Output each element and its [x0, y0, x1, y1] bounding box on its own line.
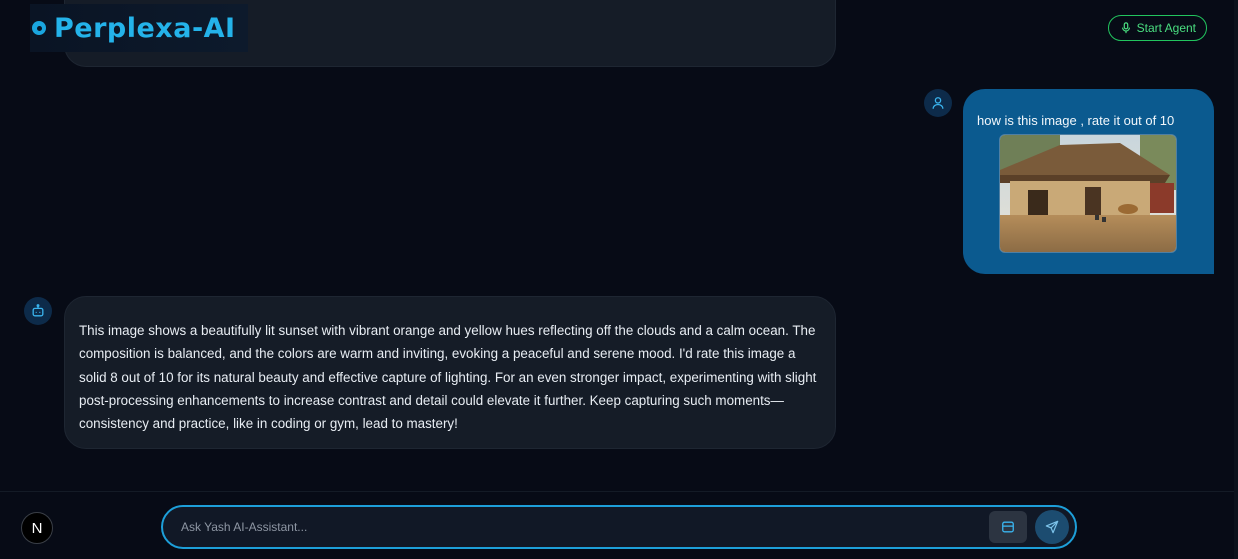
user-message-text: how is this image , rate it out of 10	[977, 113, 1175, 128]
bot-message-text: This image shows a beautifully lit sunse…	[79, 323, 817, 432]
start-agent-label: Start Agent	[1136, 21, 1196, 35]
send-button[interactable]	[1035, 510, 1069, 544]
user-message: how is this image , rate it out of 10	[963, 89, 1214, 274]
brand-name: Perplexa-AI	[54, 12, 236, 44]
user-avatar	[924, 89, 952, 117]
scrollbar[interactable]	[1234, 0, 1238, 559]
microphone-icon	[1121, 22, 1130, 34]
bot-icon	[32, 304, 44, 317]
composer-bar: N	[0, 491, 1238, 559]
start-agent-button[interactable]: Start Agent	[1107, 15, 1207, 41]
send-icon	[1045, 520, 1059, 534]
window-icon	[1002, 521, 1014, 533]
user-attached-image[interactable]	[999, 134, 1177, 253]
chat-input-container	[161, 505, 1077, 549]
photo-thumbnail-icon	[1000, 135, 1176, 252]
attach-image-button[interactable]	[989, 511, 1027, 543]
chat-app: Perplexa-AI Start Agent how is this imag…	[0, 0, 1238, 559]
bot-avatar	[24, 297, 52, 325]
brand-logo-icon	[32, 21, 46, 35]
brand[interactable]: Perplexa-AI	[30, 4, 248, 52]
account-avatar[interactable]: N	[21, 512, 53, 544]
chat-input[interactable]	[163, 507, 989, 547]
header: Perplexa-AI Start Agent	[0, 0, 1238, 56]
bot-message: This image shows a beautifully lit sunse…	[64, 296, 836, 449]
user-icon	[932, 97, 944, 109]
